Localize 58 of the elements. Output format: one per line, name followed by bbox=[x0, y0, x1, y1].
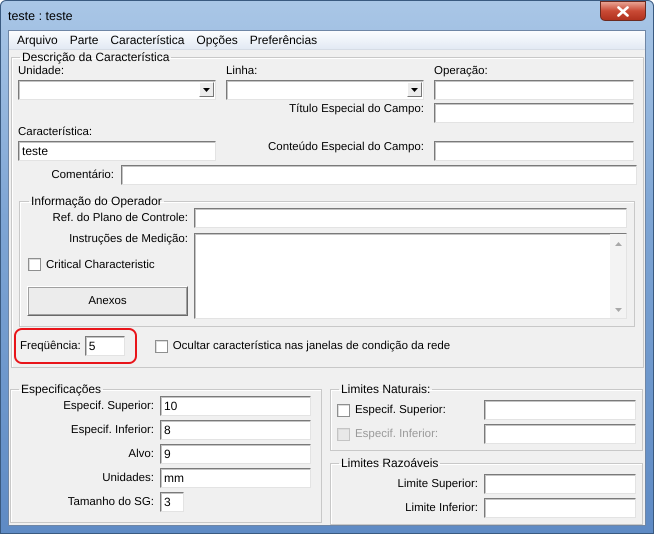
limit-field[interactable] bbox=[484, 474, 636, 494]
limit-field[interactable] bbox=[484, 400, 636, 420]
field-label: Limite Inferior: bbox=[404, 502, 479, 514]
comment-field[interactable] bbox=[121, 165, 637, 185]
frequency-field[interactable]: 5 bbox=[84, 336, 125, 356]
field-label: Comentário: bbox=[50, 169, 114, 181]
field-label: Tamanho do SG: bbox=[66, 496, 154, 508]
close-icon bbox=[617, 6, 629, 16]
field-label: Unidade: bbox=[18, 65, 66, 77]
field-label: Título Especial do Campo: bbox=[288, 103, 424, 117]
checkbox-label: Critical Characteristic bbox=[46, 258, 155, 270]
menu-item[interactable]: Parte bbox=[64, 33, 104, 47]
field-label: Instruções de Medição: bbox=[68, 233, 188, 245]
spec-field[interactable]: 9 bbox=[160, 444, 311, 464]
window-title: teste : teste bbox=[8, 8, 73, 22]
field-label: Freqüência: bbox=[20, 340, 81, 352]
spec-field[interactable]: 3 bbox=[160, 492, 184, 512]
checkbox[interactable] bbox=[154, 340, 168, 352]
spec-field[interactable]: 10 bbox=[160, 396, 311, 416]
field-label: Alvo: bbox=[127, 448, 154, 460]
menu-item[interactable]: Opções bbox=[190, 33, 244, 47]
line-dropdown[interactable] bbox=[226, 80, 424, 100]
special-title-field[interactable] bbox=[434, 103, 634, 123]
caret-icon bbox=[203, 88, 210, 92]
characteristic-field[interactable]: teste bbox=[18, 141, 216, 161]
group-title: Informação do Operador bbox=[30, 194, 163, 208]
menu-item[interactable]: Preferências bbox=[244, 33, 324, 47]
control-plan-field[interactable] bbox=[194, 208, 627, 228]
close-button[interactable] bbox=[600, 1, 646, 21]
field-label: Operação: bbox=[434, 65, 489, 77]
limit-field[interactable] bbox=[484, 498, 636, 518]
group-title: Descrição da Característica bbox=[21, 50, 170, 64]
menu-item[interactable]: Arquivo bbox=[11, 33, 64, 47]
operation-field[interactable] bbox=[434, 80, 634, 100]
field-label: Especif. Inferior: bbox=[70, 424, 154, 436]
special-content-field[interactable] bbox=[434, 141, 634, 161]
checkbox-label: Ocultar característica nas janelas de condição da rede bbox=[172, 340, 450, 352]
group-title: Limites Naturais: bbox=[340, 382, 432, 396]
group-title: Limites Razoáveis bbox=[340, 456, 440, 470]
field-label: Unidades: bbox=[101, 472, 154, 484]
checkbox-label: Especif. Inferior: bbox=[355, 428, 438, 440]
limit-field[interactable] bbox=[484, 424, 636, 444]
caret-icon bbox=[411, 88, 418, 92]
checkbox-label: Especif. Superior: bbox=[355, 404, 446, 416]
spec-field[interactable]: 8 bbox=[160, 420, 311, 440]
field-label: Linha: bbox=[226, 65, 258, 77]
spec-field[interactable]: mm bbox=[160, 468, 311, 488]
menu-item[interactable]: Característica bbox=[104, 33, 190, 47]
attachments-button[interactable]: Anexos bbox=[27, 286, 188, 316]
checkbox[interactable] bbox=[337, 404, 350, 416]
field-label: Especif. Superior: bbox=[62, 400, 154, 412]
field-label: Conteúdo Especial do Campo: bbox=[267, 141, 424, 155]
field-label: Característica: bbox=[18, 126, 94, 138]
field-label: Limite Superior: bbox=[396, 478, 479, 490]
checkbox[interactable] bbox=[28, 258, 41, 271]
group-title: Especificações bbox=[20, 382, 102, 396]
field-label: Ref. do Plano de Controle: bbox=[51, 212, 188, 224]
unit-dropdown[interactable] bbox=[18, 80, 216, 100]
